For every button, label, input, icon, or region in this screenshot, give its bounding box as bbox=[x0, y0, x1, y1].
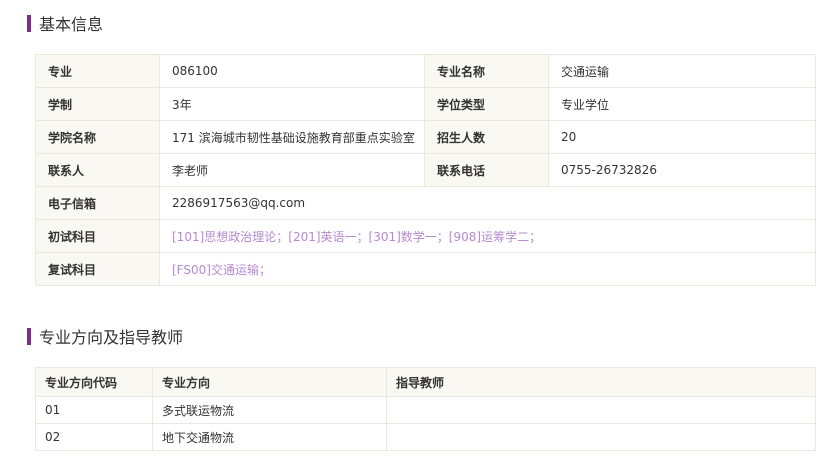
initial-exam-subjects-link[interactable]: [101]思想政治理论；[201]英语一；[301]数学一；[908]运筹学二； bbox=[159, 219, 816, 253]
header-direction: 专业方向 bbox=[152, 367, 387, 397]
value-email: 2286917563@qq.com bbox=[159, 186, 816, 220]
header-direction-code: 专业方向代码 bbox=[35, 367, 153, 397]
table-row: 复试科目 [FS00]交通运输； bbox=[35, 252, 816, 286]
table-header-row: 专业方向代码 专业方向 指导教师 bbox=[35, 367, 816, 397]
value-major-name: 交通运输 bbox=[548, 54, 816, 88]
table-row: 电子信箱 2286917563@qq.com bbox=[35, 186, 816, 220]
label-major-name: 专业名称 bbox=[424, 54, 549, 88]
table-row: 初试科目 [101]思想政治理论；[201]英语一；[301]数学一；[908]… bbox=[35, 219, 816, 253]
label-college: 学院名称 bbox=[35, 120, 160, 154]
value-contact: 李老师 bbox=[159, 153, 425, 187]
section-accent-bar bbox=[27, 327, 31, 345]
section-title-text: 基本信息 bbox=[39, 15, 104, 34]
table-row: 02 地下交通物流 bbox=[35, 423, 816, 451]
table-row: 学院名称 171 滨海城市韧性基础设施教育部重点实验室 招生人数 20 bbox=[35, 120, 816, 154]
label-degree-type: 学位类型 bbox=[424, 87, 549, 121]
basic-info-table: 专业 086100 专业名称 交通运输 学制 3年 学位类型 专业学位 学院名称… bbox=[35, 54, 816, 286]
retest-subjects-link[interactable]: [FS00]交通运输； bbox=[159, 252, 816, 286]
value-college: 171 滨海城市韧性基础设施教育部重点实验室 bbox=[159, 120, 425, 154]
header-advisor: 指导教师 bbox=[386, 367, 816, 397]
section-accent-bar bbox=[27, 14, 31, 32]
value-phone: 0755-26732826 bbox=[548, 153, 816, 187]
direction-name: 地下交通物流 bbox=[152, 423, 387, 451]
label-major-code: 专业 bbox=[35, 54, 160, 88]
value-enrollment: 20 bbox=[548, 120, 816, 154]
label-email: 电子信箱 bbox=[35, 186, 160, 220]
label-phone: 联系电话 bbox=[424, 153, 549, 187]
value-degree-type: 专业学位 bbox=[548, 87, 816, 121]
direction-name: 多式联运物流 bbox=[152, 396, 387, 424]
table-row: 专业 086100 专业名称 交通运输 bbox=[35, 54, 816, 88]
table-row: 联系人 李老师 联系电话 0755-26732826 bbox=[35, 153, 816, 187]
label-initial-exam: 初试科目 bbox=[35, 219, 160, 253]
directions-table: 专业方向代码 专业方向 指导教师 01 多式联运物流 02 地下交通物流 bbox=[35, 367, 816, 451]
advisor bbox=[386, 396, 816, 424]
label-contact: 联系人 bbox=[35, 153, 160, 187]
value-major-code: 086100 bbox=[159, 54, 425, 88]
label-retest: 复试科目 bbox=[35, 252, 160, 286]
direction-code: 02 bbox=[35, 423, 153, 451]
section-title-basic-info: 基本信息 bbox=[27, 11, 103, 35]
table-row: 01 多式联运物流 bbox=[35, 396, 816, 424]
direction-code: 01 bbox=[35, 396, 153, 424]
label-enrollment: 招生人数 bbox=[424, 120, 549, 154]
label-duration: 学制 bbox=[35, 87, 160, 121]
table-row: 学制 3年 学位类型 专业学位 bbox=[35, 87, 816, 121]
section-title-text: 专业方向及指导教师 bbox=[39, 328, 184, 347]
section-title-directions: 专业方向及指导教师 bbox=[27, 324, 183, 348]
value-duration: 3年 bbox=[159, 87, 425, 121]
advisor bbox=[386, 423, 816, 451]
